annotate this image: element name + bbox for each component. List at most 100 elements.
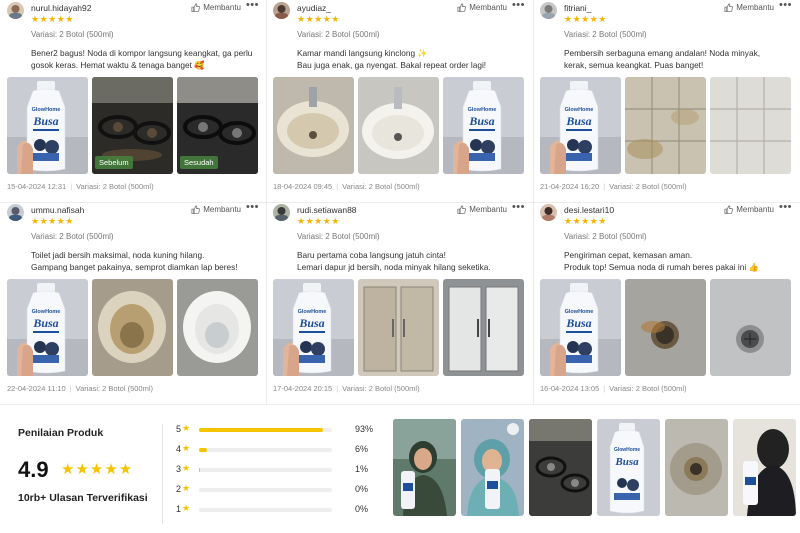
review-card: nurul.hidayah92 Membantu ••• ★★★★★ Varia… bbox=[0, 0, 266, 202]
review-variant-footer: Variasi: 2 Botol (500ml) bbox=[609, 182, 687, 191]
review-meta: 17-04-2024 20:15 | Variasi: 2 Botol (500ml… bbox=[273, 384, 420, 393]
average-score: 4.9 bbox=[18, 457, 49, 482]
review-text: Bener2 bagus! Noda di kompor langsung ke… bbox=[31, 48, 253, 70]
review-variant-footer: Variasi: 2 Botol (500ml) bbox=[76, 182, 154, 191]
review-meta: 16-04-2024 13:05 | Variasi: 2 Botol (500ml… bbox=[540, 384, 687, 393]
review-photos bbox=[273, 77, 525, 174]
product-bottle-photo[interactable] bbox=[7, 279, 88, 376]
rating-percent: 93% bbox=[355, 424, 374, 434]
product-bottle-photo[interactable] bbox=[7, 77, 88, 174]
avatar[interactable] bbox=[273, 204, 290, 221]
tile-before-photo[interactable] bbox=[625, 77, 706, 174]
avatar[interactable] bbox=[273, 2, 290, 19]
customer-photo-strip: GlowHome Busa bbox=[393, 419, 796, 519]
helpful-button[interactable]: Membantu bbox=[724, 3, 774, 12]
rating-bar-fill bbox=[199, 448, 207, 452]
sink-after-photo[interactable] bbox=[358, 77, 439, 174]
drain-before-photo[interactable] bbox=[625, 279, 706, 376]
customer-photo[interactable] bbox=[665, 419, 728, 516]
reviewer-username[interactable]: ayudiaz_ bbox=[297, 3, 331, 13]
drain-after-photo[interactable] bbox=[710, 279, 791, 376]
customer-photo[interactable]: GlowHome Busa bbox=[597, 419, 660, 516]
tile-after-photo[interactable] bbox=[710, 77, 791, 174]
rating-title: Penilaian Produk bbox=[18, 427, 104, 439]
rating-label: 4 bbox=[176, 444, 182, 454]
rating-label: 3 bbox=[176, 464, 182, 474]
rating-stars: ★★★★★ bbox=[564, 216, 607, 226]
reviewer-username[interactable]: fitriani_ bbox=[564, 3, 591, 13]
more-options-icon[interactable]: ••• bbox=[779, 201, 792, 213]
more-options-icon[interactable]: ••• bbox=[512, 201, 525, 213]
rating-bar bbox=[199, 428, 332, 432]
helpful-button[interactable]: Membantu bbox=[457, 205, 507, 214]
customer-photo[interactable] bbox=[733, 419, 796, 516]
review-photos bbox=[540, 77, 792, 174]
review-text: Pembersih serbaguna emang andalan! Noda … bbox=[564, 48, 761, 70]
customer-photo[interactable] bbox=[393, 419, 456, 516]
avatar[interactable] bbox=[540, 204, 557, 221]
toilet-before-photo[interactable] bbox=[92, 279, 173, 376]
review-photos bbox=[540, 279, 792, 376]
rating-bar bbox=[199, 508, 332, 512]
stove-after-photo[interactable]: Sesudah bbox=[177, 77, 258, 174]
review-variant-footer: Variasi: 2 Botol (500ml) bbox=[342, 182, 420, 191]
reviewer-username[interactable]: nurul.hidayah92 bbox=[31, 3, 92, 13]
star-icon: ★ bbox=[182, 463, 191, 473]
review-variant: Variasi: 2 Botol (500ml) bbox=[297, 30, 380, 39]
star-icon: ★ bbox=[182, 503, 191, 513]
reviewer-username[interactable]: rudi.setiawan88 bbox=[297, 205, 357, 215]
product-bottle-photo[interactable] bbox=[540, 77, 621, 174]
helpful-label: Membantu bbox=[469, 3, 507, 12]
product-bottle-photo[interactable] bbox=[540, 279, 621, 376]
more-options-icon[interactable]: ••• bbox=[246, 0, 259, 11]
avatar[interactable] bbox=[7, 204, 24, 221]
before-tag: Sebelum bbox=[95, 156, 133, 169]
review-date: 21-04-2024 16:20 bbox=[540, 182, 600, 191]
customer-photo[interactable] bbox=[461, 419, 524, 516]
toilet-after-photo[interactable] bbox=[177, 279, 258, 376]
review-grid: nurul.hidayah92 Membantu ••• ★★★★★ Varia… bbox=[0, 0, 800, 405]
rating-row-4[interactable]: 4 ★ 6% bbox=[176, 443, 376, 456]
product-bottle-photo[interactable] bbox=[443, 77, 524, 174]
rating-stars: ★★★★★ bbox=[297, 14, 340, 24]
rating-percent: 0% bbox=[355, 484, 369, 494]
rating-stars: ★★★★★ bbox=[564, 14, 607, 24]
helpful-label: Membantu bbox=[203, 3, 241, 12]
review-card: ayudiaz_ Membantu ••• ★★★★★ Variasi: 2 B… bbox=[266, 0, 532, 202]
thumbs-up-icon bbox=[191, 3, 201, 12]
avatar[interactable] bbox=[7, 2, 24, 19]
rating-percent: 6% bbox=[355, 444, 369, 454]
rating-row-3[interactable]: 3 ★ 1% bbox=[176, 463, 376, 476]
customer-photo[interactable] bbox=[529, 419, 592, 516]
rating-row-5[interactable]: 5 ★ 93% bbox=[176, 423, 376, 436]
review-date: 15-04-2024 12:31 bbox=[7, 182, 67, 191]
rating-label: 2 bbox=[176, 484, 182, 494]
cabinet-after-photo[interactable] bbox=[443, 279, 524, 376]
helpful-button[interactable]: Membantu bbox=[457, 3, 507, 12]
star-icon: ★ bbox=[182, 483, 191, 493]
review-variant: Variasi: 2 Botol (500ml) bbox=[31, 232, 114, 241]
more-options-icon[interactable]: ••• bbox=[512, 0, 525, 11]
product-name-text: Busa bbox=[614, 456, 639, 468]
more-options-icon[interactable]: ••• bbox=[779, 0, 792, 11]
product-bottle-photo[interactable] bbox=[273, 279, 354, 376]
rating-label: 1 bbox=[176, 504, 182, 514]
reviewer-username[interactable]: ummu.nafisah bbox=[31, 205, 84, 215]
rating-stars: ★★★★★ bbox=[297, 216, 340, 226]
review-text: Baru pertama coba langsung jatuh cinta! … bbox=[297, 250, 491, 272]
stove-before-photo[interactable]: Sebelum bbox=[92, 77, 173, 174]
helpful-button[interactable]: Membantu bbox=[724, 205, 774, 214]
helpful-button[interactable]: Membantu bbox=[191, 3, 241, 12]
sink-before-photo[interactable] bbox=[273, 77, 354, 174]
reviewer-username[interactable]: desi.lestari10 bbox=[564, 205, 614, 215]
helpful-label: Membantu bbox=[469, 205, 507, 214]
rating-row-2[interactable]: 2 ★ 0% bbox=[176, 483, 376, 496]
rating-label: 5 bbox=[176, 424, 182, 434]
avatar[interactable] bbox=[540, 2, 557, 19]
review-card: ummu.nafisah Membantu ••• ★★★★★ Variasi:… bbox=[0, 201, 266, 404]
more-options-icon[interactable]: ••• bbox=[246, 201, 259, 213]
helpful-button[interactable]: Membantu bbox=[191, 205, 241, 214]
rating-row-1[interactable]: 1 ★ 0% bbox=[176, 503, 376, 516]
review-meta: 18-04-2024 09:45 | Variasi: 2 Botol (500ml… bbox=[273, 182, 420, 191]
cabinet-before-photo[interactable] bbox=[358, 279, 439, 376]
